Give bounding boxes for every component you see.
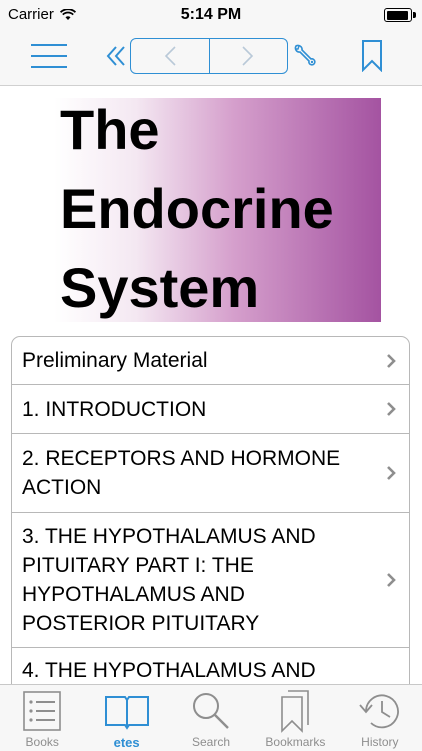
tab-contents[interactable]: etes: [84, 685, 168, 751]
menu-icon: [31, 44, 67, 68]
tab-bar: Books etes Search Bookmarks History: [0, 684, 422, 751]
nav-bar: [0, 30, 422, 86]
toc-item-hypothalamus-part-1[interactable]: 3. THE HYPOTHALAMUS AND PITUITARY PART I…: [12, 513, 409, 648]
toc-item-label: 2. RECEPTORS AND HORMONE ACTION: [22, 447, 341, 499]
cover-title-line: The: [60, 98, 160, 161]
forward-button[interactable]: [208, 39, 288, 73]
double-chevron-left-icon: [106, 46, 125, 66]
cover-title-line: Endocrine: [60, 177, 334, 240]
chevron-right-icon: [387, 353, 396, 368]
toc-item-label: Preliminary Material: [22, 349, 208, 372]
open-book-icon: [104, 696, 149, 730]
battery-icon: [384, 8, 416, 22]
toc-item-label: 1. INTRODUCTION: [22, 397, 207, 421]
tab-label: etes: [113, 735, 140, 750]
settings-button[interactable]: [289, 39, 321, 71]
tab-label: History: [361, 735, 399, 749]
toc-item-label: 4. THE HYPOTHALAMUS AND: [22, 659, 316, 682]
chevron-right-icon: [387, 402, 396, 416]
back-arrow-icon: [164, 46, 176, 66]
search-icon: [193, 693, 229, 729]
back-button[interactable]: [131, 39, 209, 73]
chevron-right-icon: [387, 573, 396, 587]
chevron-right-icon: [387, 466, 396, 480]
first-page-button[interactable]: [104, 42, 130, 70]
tab-label: Search: [192, 735, 231, 749]
wrench-icon: [294, 44, 316, 66]
toc-item-introduction[interactable]: 1. INTRODUCTION: [12, 385, 409, 434]
toc-item-preliminary[interactable]: Preliminary Material: [12, 337, 409, 385]
book-cover-image: The Endocrine System: [54, 98, 381, 322]
tab-history[interactable]: History: [338, 685, 422, 751]
tab-search[interactable]: Search: [169, 685, 253, 751]
tab-label: Books: [25, 735, 59, 749]
status-time: 5:14 PM: [180, 6, 242, 23]
page-navigation-control: [130, 38, 288, 74]
toc-item-hypothalamus-part-2[interactable]: 4. THE HYPOTHALAMUS AND: [12, 648, 409, 684]
tab-label: Bookmarks: [265, 735, 326, 749]
tab-books[interactable]: Books: [0, 685, 84, 751]
toc-item-label: 3. THE HYPOTHALAMUS AND PITUITARY PART I…: [22, 525, 316, 635]
forward-arrow-icon: [242, 46, 254, 66]
tab-bookmarks[interactable]: Bookmarks: [253, 685, 337, 751]
table-of-contents: Preliminary Material 1. INTRODUCTION 2. …: [11, 336, 410, 684]
books-icon: [23, 691, 62, 731]
status-bar: Carrier 5:14 PM: [0, 0, 422, 30]
book-content: The Endocrine System Preliminary Materia…: [0, 86, 422, 684]
menu-button[interactable]: [28, 39, 70, 73]
bookmark-button[interactable]: [356, 38, 388, 74]
bookmarks-icon: [281, 690, 310, 733]
toc-item-receptors[interactable]: 2. RECEPTORS AND HORMONE ACTION: [12, 434, 409, 513]
bookmark-icon: [362, 40, 382, 72]
cover-title-line: System: [60, 256, 260, 319]
history-icon: [359, 694, 399, 729]
